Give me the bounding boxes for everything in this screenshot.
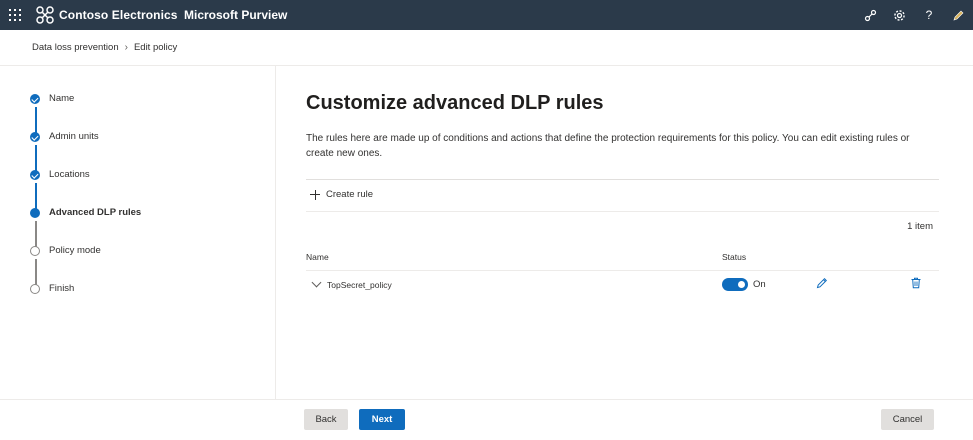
wizard-steps-panel: Name Admin units Locations Advanced DLP … bbox=[0, 66, 276, 399]
step-connector bbox=[35, 183, 37, 211]
step-label: Policy mode bbox=[49, 245, 101, 256]
page-description: The rules here are made up of conditions… bbox=[306, 133, 910, 159]
next-button[interactable]: Next bbox=[359, 409, 405, 430]
step-complete-icon bbox=[30, 170, 40, 180]
step-label: Finish bbox=[49, 283, 75, 294]
column-header-status[interactable]: Status bbox=[722, 252, 746, 262]
app-name[interactable]: Microsoft Purview bbox=[184, 8, 287, 22]
step-pending-icon bbox=[30, 246, 40, 256]
breadcrumb-item-edit-policy: Edit policy bbox=[133, 42, 178, 53]
step-label: Name bbox=[49, 93, 75, 104]
step-current-icon bbox=[30, 208, 40, 218]
share-icon[interactable] bbox=[862, 7, 878, 23]
step-complete-icon bbox=[30, 94, 40, 104]
toggle-knob bbox=[738, 281, 745, 288]
step-complete-icon bbox=[30, 132, 40, 142]
step-connector bbox=[35, 145, 37, 173]
step-label: Locations bbox=[49, 169, 90, 180]
table-row[interactable]: TopSecret_policy On bbox=[306, 272, 939, 296]
contoso-logo-icon bbox=[36, 6, 54, 24]
org-name[interactable]: Contoso Electronics bbox=[59, 8, 178, 22]
rule-status-toggle[interactable] bbox=[722, 278, 748, 291]
command-bar-divider bbox=[306, 179, 939, 180]
feedback-icon[interactable] bbox=[950, 7, 966, 23]
breadcrumb-item-dlp[interactable]: Data loss prevention bbox=[32, 42, 119, 53]
create-rule-label: Create rule bbox=[326, 189, 373, 200]
cancel-button[interactable]: Cancel bbox=[881, 409, 934, 430]
step-connector bbox=[35, 259, 37, 287]
step-connector bbox=[35, 107, 37, 135]
step-connector bbox=[35, 221, 37, 249]
step-pending-icon bbox=[30, 284, 40, 294]
rule-name[interactable]: TopSecret_policy bbox=[327, 280, 392, 290]
create-rule-button[interactable]: Create rule bbox=[310, 189, 373, 200]
command-bar-divider bbox=[306, 211, 939, 212]
page-title: Customize advanced DLP rules bbox=[306, 92, 604, 114]
breadcrumb-separator: › bbox=[124, 42, 128, 53]
rule-status-text: On bbox=[753, 279, 766, 290]
app-launcher-icon[interactable] bbox=[9, 9, 21, 21]
top-bar: Contoso Electronics Microsoft Purview ? bbox=[0, 0, 973, 30]
chevron-down-icon[interactable] bbox=[311, 277, 322, 288]
column-header-name[interactable]: Name bbox=[306, 252, 329, 262]
table-header-divider bbox=[306, 270, 939, 271]
item-count: 1 item bbox=[907, 221, 933, 232]
settings-icon[interactable] bbox=[891, 7, 907, 23]
step-label: Advanced DLP rules bbox=[49, 207, 142, 218]
step-label: Admin units bbox=[49, 131, 99, 142]
back-button[interactable]: Back bbox=[304, 409, 348, 430]
delete-icon[interactable] bbox=[910, 277, 922, 289]
footer-divider bbox=[0, 399, 973, 400]
plus-icon bbox=[310, 189, 320, 200]
edit-icon[interactable] bbox=[816, 277, 828, 289]
breadcrumb: Data loss prevention › Edit policy bbox=[32, 42, 177, 53]
help-icon[interactable]: ? bbox=[921, 7, 937, 23]
